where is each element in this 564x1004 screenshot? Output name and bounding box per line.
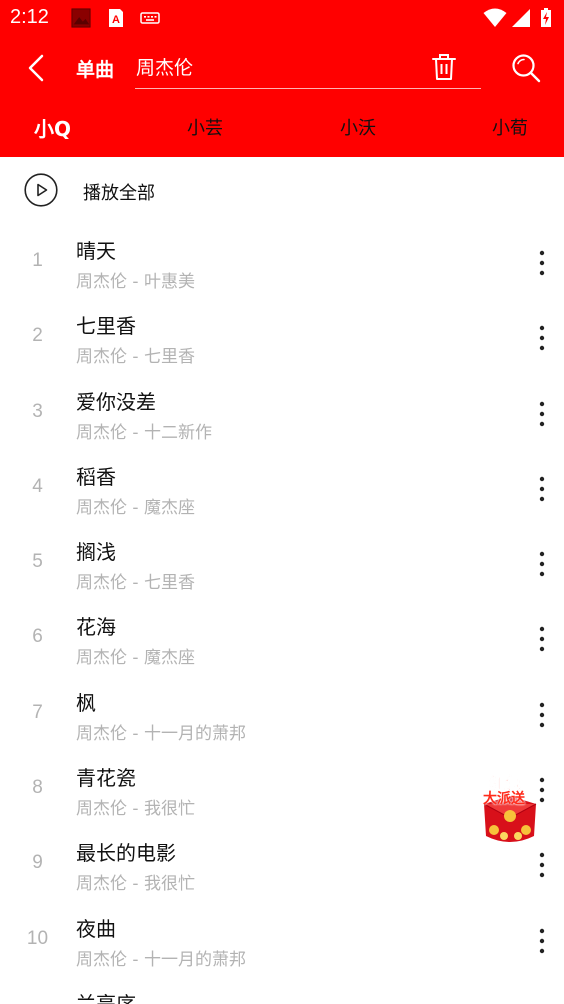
source-tabs: 小Q 小芸 小沃 小荀	[0, 108, 564, 148]
song-number: 5	[32, 551, 43, 573]
song-number: 1	[32, 250, 43, 271]
song-artist-album: 周杰伦 - 魔杰座	[76, 648, 195, 669]
tab-xiao-yun[interactable]: 小芸	[187, 114, 223, 140]
play-all-label: 播放全部	[83, 183, 155, 204]
wifi-icon	[483, 8, 507, 27]
song-artist-album: 周杰伦 - 魔杰座	[76, 497, 195, 518]
song-title: 青花瓷	[76, 766, 136, 791]
signal-icon	[512, 9, 530, 27]
song-row-11[interactable]: 兰亭序	[0, 978, 564, 1004]
song-number: 8	[32, 777, 43, 799]
song-title: 七里香	[76, 314, 136, 339]
more-vertical-icon[interactable]	[530, 701, 554, 729]
song-title: 爱你没差	[76, 389, 156, 414]
song-row-10[interactable]: 10 夜曲 周杰伦 - 十一月的萧邦	[0, 903, 564, 978]
song-title: 稻香	[76, 464, 116, 489]
tab-xiao-q[interactable]: 小Q	[34, 113, 71, 142]
tab-xiao-wo[interactable]: 小沃	[340, 114, 376, 140]
more-vertical-icon[interactable]	[530, 927, 554, 955]
more-vertical-icon[interactable]	[530, 625, 554, 653]
song-artist-album: 周杰伦 - 七里香	[76, 573, 195, 594]
song-artist-album: 周杰伦 - 叶惠美	[76, 272, 195, 292]
song-artist-album: 周杰伦 - 我很忙	[76, 874, 195, 895]
song-row-1[interactable]: 1 晴天 周杰伦 - 叶惠美	[0, 225, 564, 300]
song-number: 4	[32, 475, 43, 497]
keyboard-icon	[140, 12, 160, 24]
back-arrow-icon[interactable]	[22, 52, 54, 84]
notification-a-icon: A	[109, 9, 123, 27]
trash-icon[interactable]	[430, 52, 458, 82]
more-vertical-icon[interactable]	[530, 249, 554, 277]
more-vertical-icon[interactable]	[530, 550, 554, 578]
more-vertical-icon[interactable]	[530, 400, 554, 428]
tab-xiao-xun[interactable]: 小荀	[492, 114, 528, 140]
search-input[interactable]	[136, 55, 416, 77]
song-title: 夜曲	[76, 916, 116, 941]
song-number: 3	[32, 400, 43, 422]
song-artist-album: 周杰伦 - 十二新作	[76, 422, 212, 443]
song-number: 9	[32, 852, 43, 874]
song-number: 10	[26, 927, 49, 949]
promo-line-2: 大派送	[483, 791, 525, 807]
search-icon[interactable]	[510, 52, 542, 84]
play-all-row[interactable]: 播放全部	[0, 157, 564, 225]
song-title: 兰亭序	[76, 991, 136, 1004]
song-title: 搁浅	[76, 540, 116, 565]
song-artist-album: 周杰伦 - 十一月的萧邦	[76, 949, 246, 970]
song-row-3[interactable]: 3 爱你没差 周杰伦 - 十二新作	[0, 376, 564, 451]
song-number: 2	[32, 325, 43, 347]
song-row-5[interactable]: 5 搁浅 周杰伦 - 七里香	[0, 526, 564, 601]
song-row-2[interactable]: 2 七里香 周杰伦 - 七里香	[0, 300, 564, 375]
song-artist-album: 周杰伦 - 我很忙	[76, 799, 195, 820]
song-list: 1 晴天 周杰伦 - 叶惠美 2 七里香 周杰伦 - 七里香 3 爱你没差 周杰…	[0, 225, 564, 1004]
play-circle-icon	[24, 173, 58, 207]
battery-icon	[541, 8, 551, 27]
song-row-7[interactable]: 7 枫 周杰伦 - 十一月的萧邦	[0, 677, 564, 752]
more-vertical-icon[interactable]	[530, 851, 554, 879]
song-artist-album: 周杰伦 - 七里香	[76, 347, 195, 368]
song-title: 花海	[76, 615, 116, 640]
song-title: 最长的电影	[76, 841, 176, 866]
svg-text:A: A	[112, 14, 120, 26]
song-row-4[interactable]: 4 稻香 周杰伦 - 魔杰座	[0, 451, 564, 526]
song-title: 枫	[76, 690, 96, 715]
more-vertical-icon[interactable]	[530, 324, 554, 352]
song-title: 晴天	[76, 239, 116, 263]
song-number: 6	[32, 626, 43, 648]
song-row-6[interactable]: 6 花海 周杰伦 - 魔杰座	[0, 601, 564, 676]
red-packet-promo[interactable]: 红包 大派送	[474, 768, 546, 848]
status-bar: 2:12 A	[0, 0, 564, 36]
status-time: 2:12	[10, 6, 49, 28]
photo-icon	[71, 8, 91, 28]
song-artist-album: 周杰伦 - 十一月的萧邦	[76, 723, 246, 744]
app-bar: 单曲 小Q 小芸 小沃 小荀	[0, 36, 564, 157]
more-vertical-icon[interactable]	[530, 475, 554, 503]
search-mode-label[interactable]: 单曲	[76, 55, 114, 82]
song-number: 7	[32, 701, 43, 723]
